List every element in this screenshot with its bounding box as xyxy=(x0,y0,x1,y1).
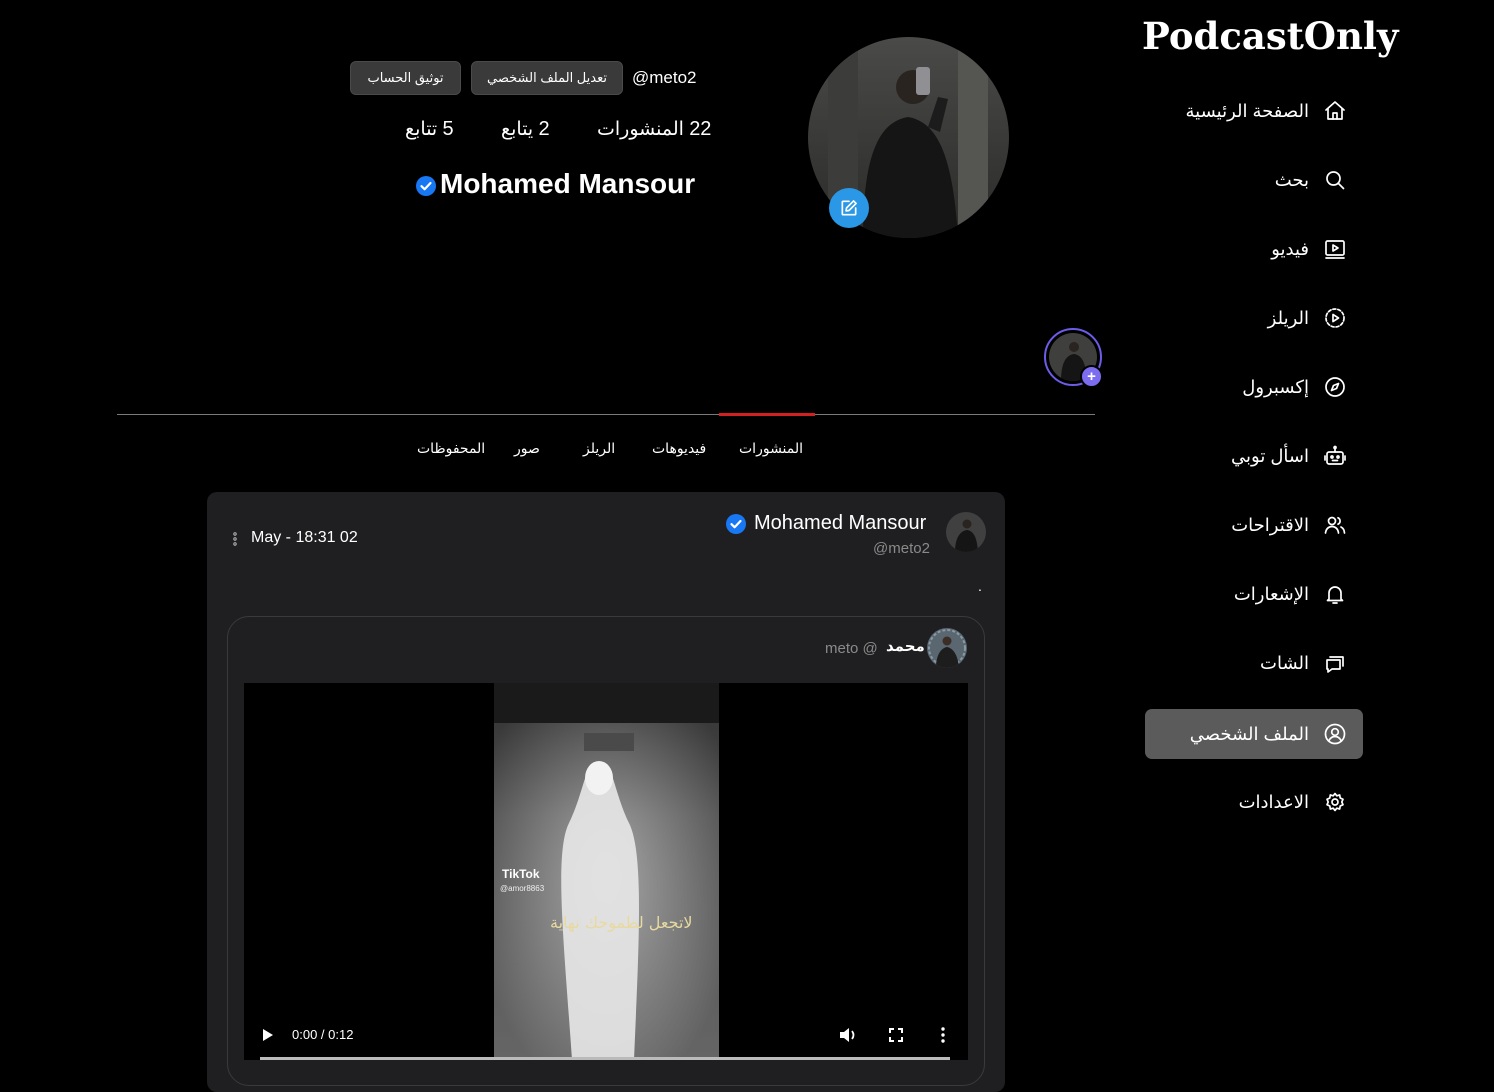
verify-account-button[interactable]: توثيق الحساب xyxy=(350,61,461,95)
profile-display-name: Mohamed Mansour xyxy=(440,168,696,199)
sidebar-item-ask-toby[interactable]: اسأل توبي xyxy=(1145,431,1363,481)
search-icon xyxy=(1323,168,1347,192)
chat-icon xyxy=(1323,651,1347,675)
more-options-icon[interactable] xyxy=(230,531,240,547)
edit-profile-button[interactable]: تعديل الملف الشخصي xyxy=(471,61,623,95)
tiktok-watermark: TikTok xyxy=(502,867,540,881)
volume-icon[interactable] xyxy=(838,1026,858,1044)
brand-logo[interactable]: PodcastOnly xyxy=(1142,14,1399,58)
sidebar-item-label: الإشعارات xyxy=(1233,583,1309,604)
sidebar-item-label: الاعدادات xyxy=(1238,791,1309,812)
stat-posts-count: 22 xyxy=(689,118,712,140)
post-author-handle: @meto2 xyxy=(873,540,930,557)
profile-username: @meto2 xyxy=(632,68,697,87)
sidebar-item-notifications[interactable]: الإشعارات xyxy=(1145,569,1363,619)
sidebar-item-label: فيديو xyxy=(1271,238,1309,259)
sidebar-item-reels[interactable]: الريلز xyxy=(1145,293,1363,343)
tab-active-indicator xyxy=(719,413,815,416)
video-player[interactable]: TikTok @amor8863 لاتجعل لطموحك نهاية 0:0… xyxy=(244,683,968,1060)
tab-saved[interactable]: المحفوظات xyxy=(417,440,485,457)
sidebar-item-label: الريلز xyxy=(1267,307,1309,328)
sidebar-item-label: الاقتراحات xyxy=(1231,514,1309,535)
post-author-avatar[interactable] xyxy=(946,512,986,552)
repost-author-name[interactable]: محمد xyxy=(886,637,925,655)
post-date: May - 18:31 02 xyxy=(251,529,358,546)
users-icon xyxy=(1323,513,1347,537)
robot-icon xyxy=(1323,444,1347,468)
repost-author-avatar[interactable] xyxy=(927,628,967,668)
post-text: . xyxy=(978,578,982,594)
compass-icon xyxy=(1323,375,1347,399)
edit-pencil-icon xyxy=(841,200,857,216)
video-icon xyxy=(1323,237,1347,261)
fullscreen-icon[interactable] xyxy=(889,1028,903,1042)
sidebar-item-profile[interactable]: الملف الشخصي xyxy=(1145,709,1363,759)
repost-author-handle: meto @ xyxy=(825,640,878,657)
home-icon xyxy=(1323,99,1347,123)
sidebar-item-chat[interactable]: الشات xyxy=(1145,638,1363,688)
play-icon[interactable] xyxy=(262,1028,274,1042)
verified-badge-icon xyxy=(416,176,436,196)
sidebar-item-label: الشات xyxy=(1260,652,1309,673)
video-more-icon[interactable] xyxy=(940,1027,946,1043)
tab-reels[interactable]: الريلز xyxy=(583,440,615,457)
stat-followers-label: تتابع xyxy=(405,119,438,140)
tiktok-watermark-handle: @amor8863 xyxy=(500,884,545,893)
tab-videos[interactable]: فيديوهات xyxy=(652,440,706,457)
stat-followers-count: 5 xyxy=(442,118,454,140)
tab-posts[interactable]: المنشورات xyxy=(739,440,803,457)
stat-following-label: يتابع xyxy=(501,119,534,140)
sidebar-item-explore[interactable]: إكسبرول xyxy=(1145,362,1363,412)
stat-posts[interactable]: 22 المنشورات xyxy=(597,118,711,141)
sidebar-item-home[interactable]: الصفحة الرئيسية xyxy=(1145,86,1363,136)
stat-followers[interactable]: 5 تتابع xyxy=(405,118,454,141)
sidebar-item-settings[interactable]: الاعدادات xyxy=(1145,777,1363,827)
tabs-divider xyxy=(117,414,1095,415)
video-time: 0:00 / 0:12 xyxy=(292,1027,354,1042)
edit-avatar-button[interactable] xyxy=(829,188,869,228)
sidebar-item-label: إكسبرول xyxy=(1242,376,1309,397)
sidebar-item-video[interactable]: فيديو xyxy=(1145,224,1363,274)
sidebar-item-label: بحث xyxy=(1274,169,1309,190)
stat-posts-label: المنشورات xyxy=(597,119,684,140)
sidebar-item-search[interactable]: بحث xyxy=(1145,155,1363,205)
sidebar-item-label: اسأل توبي xyxy=(1231,445,1309,466)
post-author-name[interactable]: Mohamed Mansour xyxy=(754,512,926,535)
video-caption: لاتجعل لطموحك نهاية xyxy=(550,913,693,932)
profile-icon xyxy=(1323,722,1347,746)
sidebar-item-label: الملف الشخصي xyxy=(1189,723,1309,744)
stat-following-count: 2 xyxy=(538,118,550,140)
stat-following[interactable]: 2 يتابع xyxy=(501,118,550,141)
bell-icon xyxy=(1323,582,1347,606)
add-story-plus-icon[interactable]: + xyxy=(1080,365,1103,388)
sidebar-item-suggestions[interactable]: الاقتراحات xyxy=(1145,500,1363,550)
verified-badge-icon xyxy=(726,514,746,534)
reels-icon xyxy=(1323,306,1347,330)
settings-icon xyxy=(1323,790,1347,814)
tab-photos[interactable]: صور xyxy=(514,440,540,457)
sidebar-item-label: الصفحة الرئيسية xyxy=(1185,100,1309,121)
